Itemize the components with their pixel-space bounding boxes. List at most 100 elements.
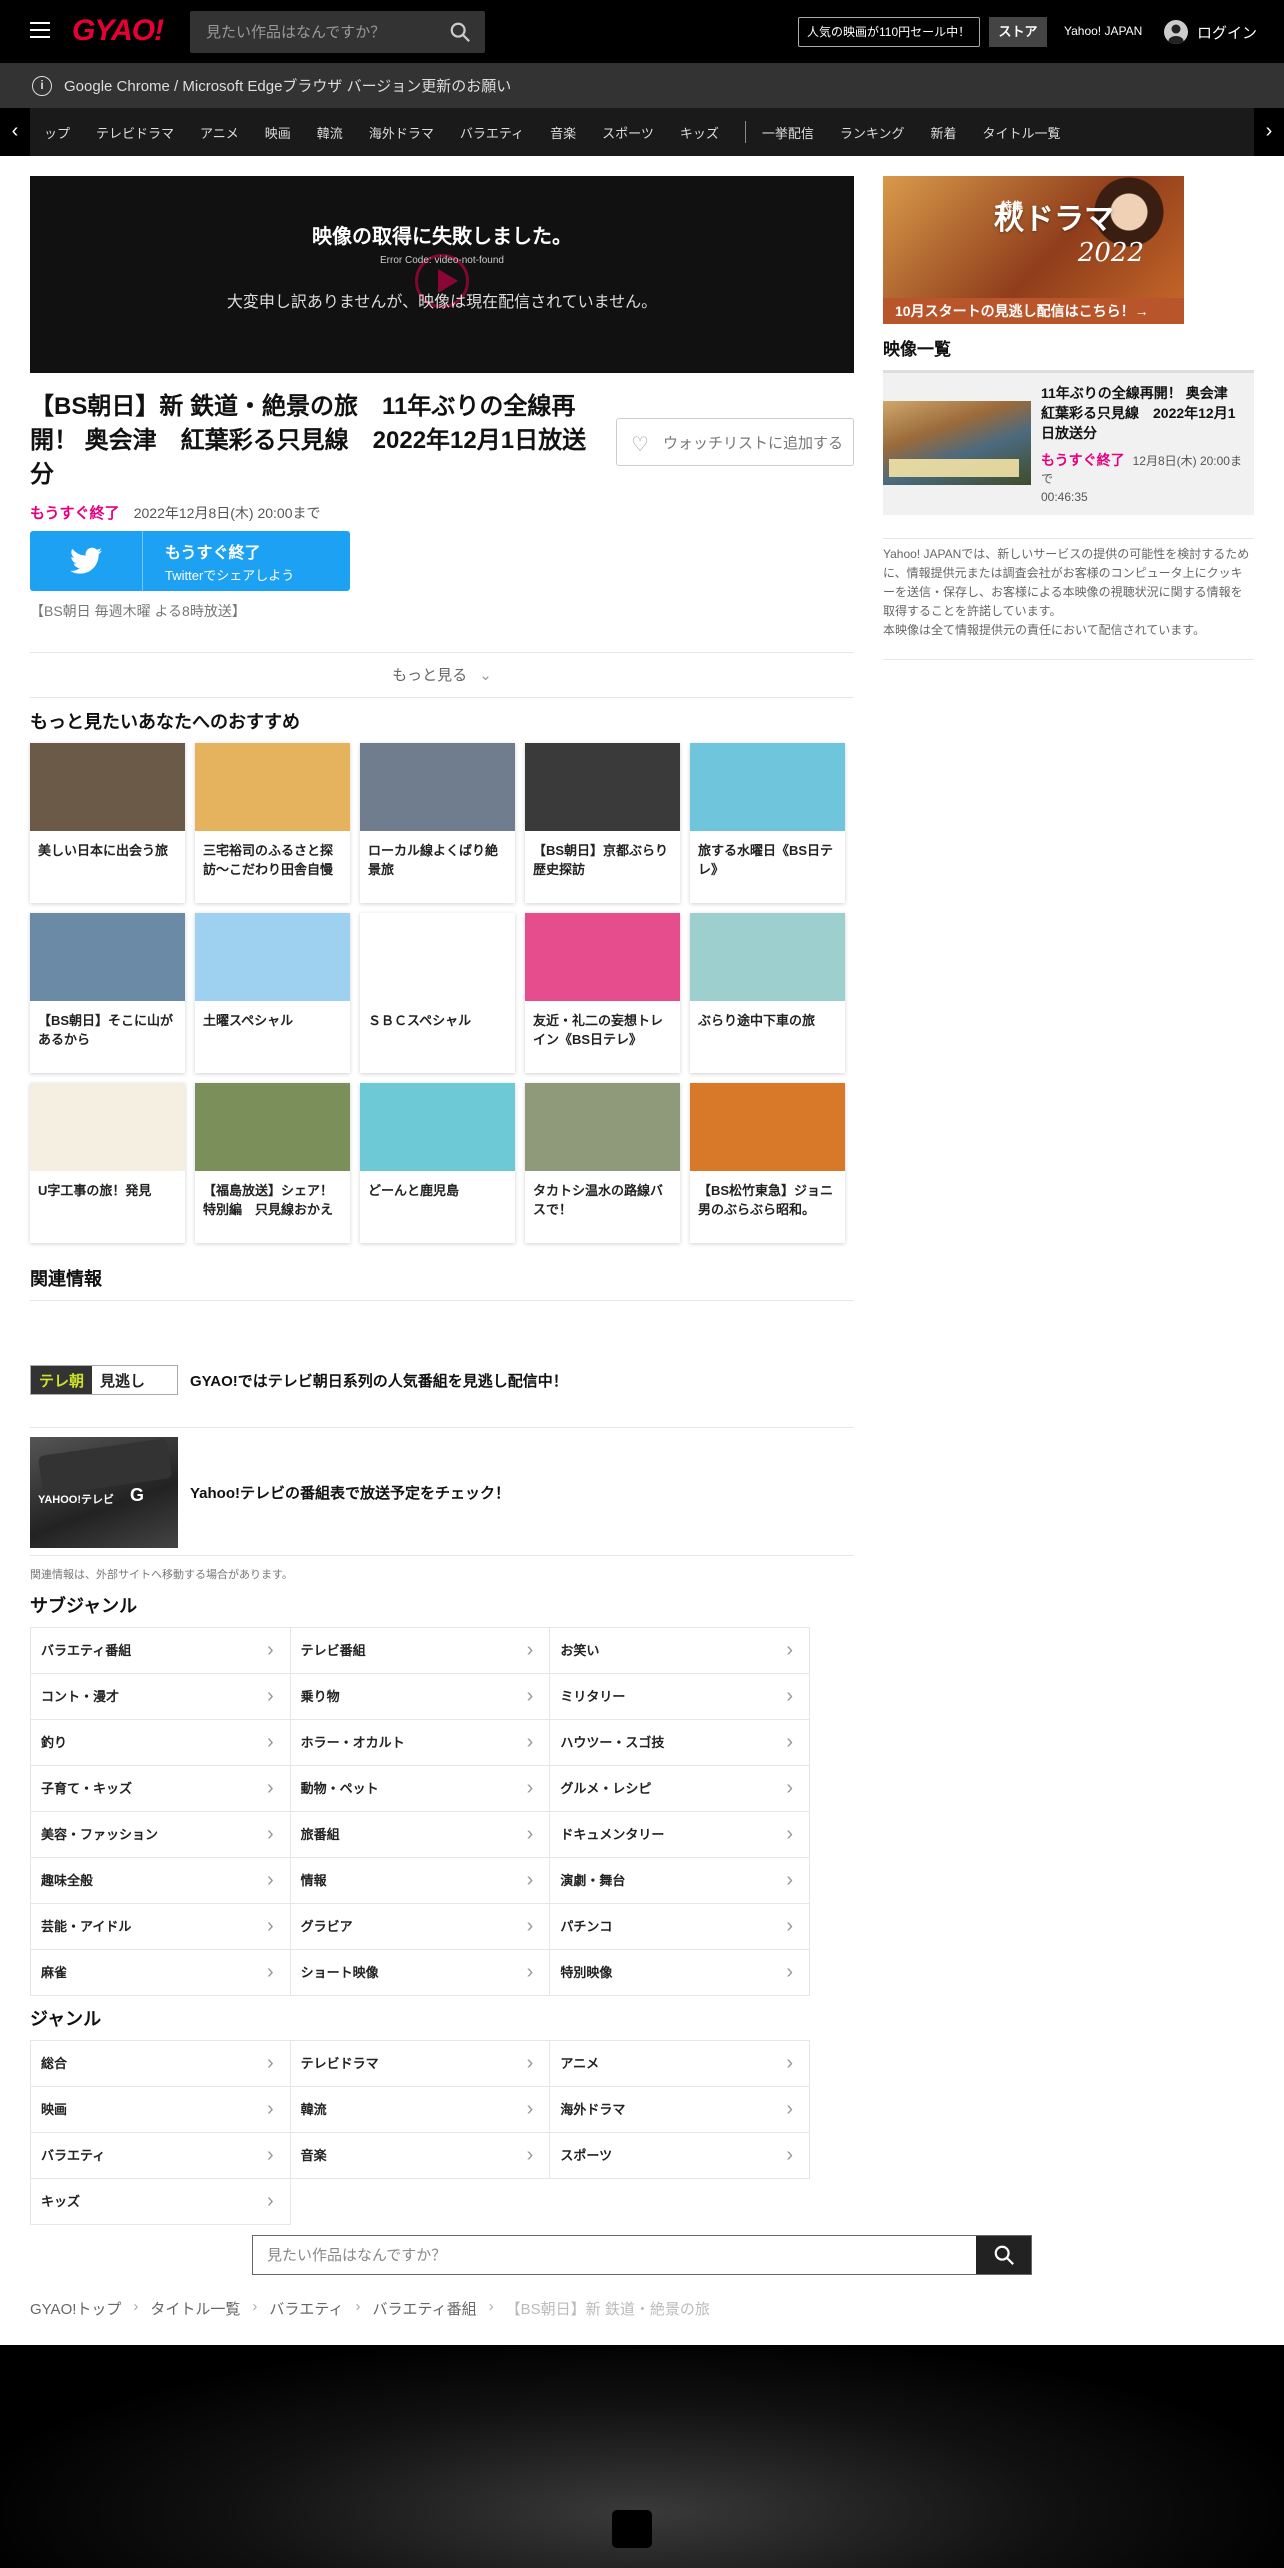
show-more-button[interactable]: もっと見る ⌄ xyxy=(30,652,854,698)
nav-item[interactable]: ランキング xyxy=(840,123,905,142)
banner-year: 2022 xyxy=(1077,238,1144,268)
recommend-card[interactable]: 友近・礼二の妄想トレイン《BS日テレ》 xyxy=(525,913,680,1073)
genre-link[interactable]: キッズ xyxy=(31,2179,291,2225)
nav-item[interactable]: テレビドラマ xyxy=(96,123,174,142)
nav-item[interactable]: アニメ xyxy=(200,123,239,142)
recommend-card[interactable]: 【BS朝日】そこに山があるから xyxy=(30,913,185,1073)
program-title: どーんと鹿児島 xyxy=(368,1183,460,1198)
watchlist-button[interactable]: ♡ ウォッチリストに追加する xyxy=(616,418,854,466)
login-button[interactable]: ログイン xyxy=(1164,18,1257,46)
notice-text: Google Chrome / Microsoft Edgeブラウザ バージョン… xyxy=(64,78,512,95)
subgenre-link[interactable]: グラビア xyxy=(290,1904,551,1950)
nav-item[interactable]: スポーツ xyxy=(602,123,654,142)
recommend-card[interactable]: どーんと鹿児島 xyxy=(360,1083,515,1243)
subgenre-link[interactable]: バラエティ番組 xyxy=(31,1628,291,1674)
hamburger-menu-icon[interactable] xyxy=(30,22,50,38)
recommend-card[interactable]: U字工事の旅！発見 xyxy=(30,1083,185,1243)
nav-item[interactable]: 映画 xyxy=(265,123,291,142)
recommend-card[interactable]: 三宅裕司のふるさと探訪～こだわり田舎自慢 xyxy=(195,743,350,903)
recommend-card[interactable]: ローカル線よくばり絶景旅 xyxy=(360,743,515,903)
nav-item[interactable]: 新着 xyxy=(930,123,956,142)
bottom-search-button[interactable] xyxy=(976,2236,1031,2274)
subgenre-link[interactable]: 美容・ファッション xyxy=(31,1812,291,1858)
recommend-card[interactable]: 美しい日本に出会う旅 xyxy=(30,743,185,903)
breadcrumb-item[interactable]: タイトル一覧 xyxy=(150,2298,240,2319)
recommend-card[interactable]: タカトシ温水の路線バスで！ xyxy=(525,1083,680,1243)
subgenre-link[interactable]: お笑い xyxy=(550,1628,811,1674)
genre-link[interactable]: 総合 xyxy=(31,2041,291,2087)
breadcrumb-item[interactable]: バラエティ番組 xyxy=(373,2298,477,2319)
program-title: タカトシ温水の路線バスで！ xyxy=(533,1183,664,1217)
nav-item[interactable]: キッズ xyxy=(680,123,719,142)
subgenre-link[interactable]: 芸能・アイドル xyxy=(31,1904,291,1950)
footer-button[interactable] xyxy=(612,2510,652,2548)
subgenre-link[interactable]: 旅番組 xyxy=(290,1812,551,1858)
genre-link[interactable]: 韓流 xyxy=(290,2087,551,2133)
store-button[interactable]: ストア xyxy=(989,17,1047,47)
nav-item[interactable]: バラエティ xyxy=(460,123,524,142)
nav-next-icon[interactable]: › xyxy=(1254,108,1284,156)
recommend-card[interactable]: 【福島放送】シェア！特別編 只見線おかえ xyxy=(195,1083,350,1243)
program-thumbnail xyxy=(30,913,185,1001)
sale-link[interactable]: 人気の映画が110円セール中！ xyxy=(798,17,980,47)
subgenre-link[interactable]: ハウツー・スゴ技 xyxy=(550,1720,811,1766)
subgenre-link[interactable]: コント・漫才 xyxy=(31,1674,291,1720)
recommend-card[interactable]: 【BS松竹東急】ジョニ男のぶらぶら昭和。 xyxy=(690,1083,845,1243)
subgenre-link[interactable]: 演劇・舞台 xyxy=(550,1858,811,1904)
subgenre-link[interactable]: 乗り物 xyxy=(290,1674,551,1720)
video-list-item[interactable]: 11年ぶりの全線再開！ 奥会津 紅葉彩る只見線 2022年12月1日放送分 もう… xyxy=(883,370,1254,515)
subgenre-link[interactable]: グルメ・レシピ xyxy=(550,1766,811,1812)
breadcrumb-item[interactable]: バラエティ xyxy=(269,2298,343,2319)
related-item-yahoo-tv[interactable]: YAHOO!テレビ G Yahoo!テレビの番組表で放送予定をチェック！ xyxy=(30,1437,854,1548)
program-title: 旅する水曜日《BS日テレ》 xyxy=(698,843,834,877)
video-player[interactable]: 映像の取得に失敗しました。 Error Code: video-not-foun… xyxy=(30,176,854,373)
tvasahi-banner: テレ朝 見逃し xyxy=(30,1365,178,1395)
recommend-card[interactable]: ぶらり途中下車の旅 xyxy=(690,913,845,1073)
nav-item[interactable]: ップ xyxy=(44,123,70,142)
search-icon[interactable] xyxy=(449,21,471,43)
status-badge: もうすぐ終了 xyxy=(30,505,120,522)
autumn-drama-banner[interactable]: 秋ドラマ 特集 2022 10月スタートの見逃し配信はこちら！→ xyxy=(883,176,1184,324)
gyao-logo[interactable]: GYAO! xyxy=(72,14,164,48)
subgenre-link[interactable]: パチンコ xyxy=(550,1904,811,1950)
header-search-input[interactable] xyxy=(190,11,440,53)
genre-nav: ‹ ップ テレビドラマ アニメ 映画 韓流 海外ドラマ バラエティ 音楽 スポーツ キッズ 一挙配信… xyxy=(0,108,1284,156)
genre-link[interactable]: バラエティ xyxy=(31,2133,291,2179)
subgenre-link[interactable]: テレビ番組 xyxy=(290,1628,551,1674)
nav-item[interactable]: 韓流 xyxy=(317,123,343,142)
subgenre-link[interactable]: 情報 xyxy=(290,1858,551,1904)
subgenre-link[interactable]: ホラー・オカルト xyxy=(290,1720,551,1766)
recommend-card[interactable]: 旅する水曜日《BS日テレ》 xyxy=(690,743,845,903)
genre-link[interactable]: 音楽 xyxy=(290,2133,551,2179)
subgenre-link[interactable]: 釣り xyxy=(31,1720,291,1766)
subgenre-link[interactable]: 特別映像 xyxy=(550,1950,811,1996)
subgenre-link[interactable]: ショート映像 xyxy=(290,1950,551,1996)
genre-link[interactable]: アニメ xyxy=(550,2041,811,2087)
nav-item[interactable]: 音楽 xyxy=(550,123,576,142)
nav-item[interactable]: 一挙配信 xyxy=(762,123,814,142)
genre-link[interactable]: テレビドラマ xyxy=(290,2041,551,2087)
nav-item[interactable]: タイトル一覧 xyxy=(983,123,1061,142)
browser-update-notice[interactable]: i Google Chrome / Microsoft Edgeブラウザ バージ… xyxy=(0,63,1284,108)
subgenre-link[interactable]: 麻雀 xyxy=(31,1950,291,1996)
program-title: 【BS朝日】そこに山があるから xyxy=(38,1013,174,1047)
genre-link[interactable]: 映画 xyxy=(31,2087,291,2133)
breadcrumb-item[interactable]: GYAO!トップ xyxy=(30,2298,121,2319)
nav-prev-icon[interactable]: ‹ xyxy=(0,108,30,156)
genre-link[interactable]: スポーツ xyxy=(550,2133,811,2179)
genre-link[interactable]: 海外ドラマ xyxy=(550,2087,811,2133)
subgenre-link[interactable]: ミリタリー xyxy=(550,1674,811,1720)
recommend-card[interactable]: 土曜スペシャル xyxy=(195,913,350,1073)
yahoo-japan-link[interactable]: Yahoo! JAPAN xyxy=(1064,24,1142,38)
twitter-share-button[interactable]: もうすぐ終了 Twitterでシェアしよう xyxy=(30,531,350,591)
related-item-tvasahi[interactable]: テレ朝 見逃し GYAO!ではテレビ朝日系列の人気番組を見逃し配信中！ xyxy=(30,1345,854,1415)
subgenre-link[interactable]: 子育て・キッズ xyxy=(31,1766,291,1812)
recommend-card[interactable]: ＳＢＣスペシャル xyxy=(360,913,515,1073)
subgenre-link[interactable]: 趣味全般 xyxy=(31,1858,291,1904)
subgenre-link[interactable]: ドキュメンタリー xyxy=(550,1812,811,1858)
bottom-search-input[interactable] xyxy=(253,2236,977,2274)
nav-item[interactable]: 海外ドラマ xyxy=(369,123,434,142)
banner-badge2: 見逃し xyxy=(100,1373,146,1390)
subgenre-link[interactable]: 動物・ペット xyxy=(290,1766,551,1812)
recommend-card[interactable]: 【BS朝日】京都ぶらり歴史探訪 xyxy=(525,743,680,903)
